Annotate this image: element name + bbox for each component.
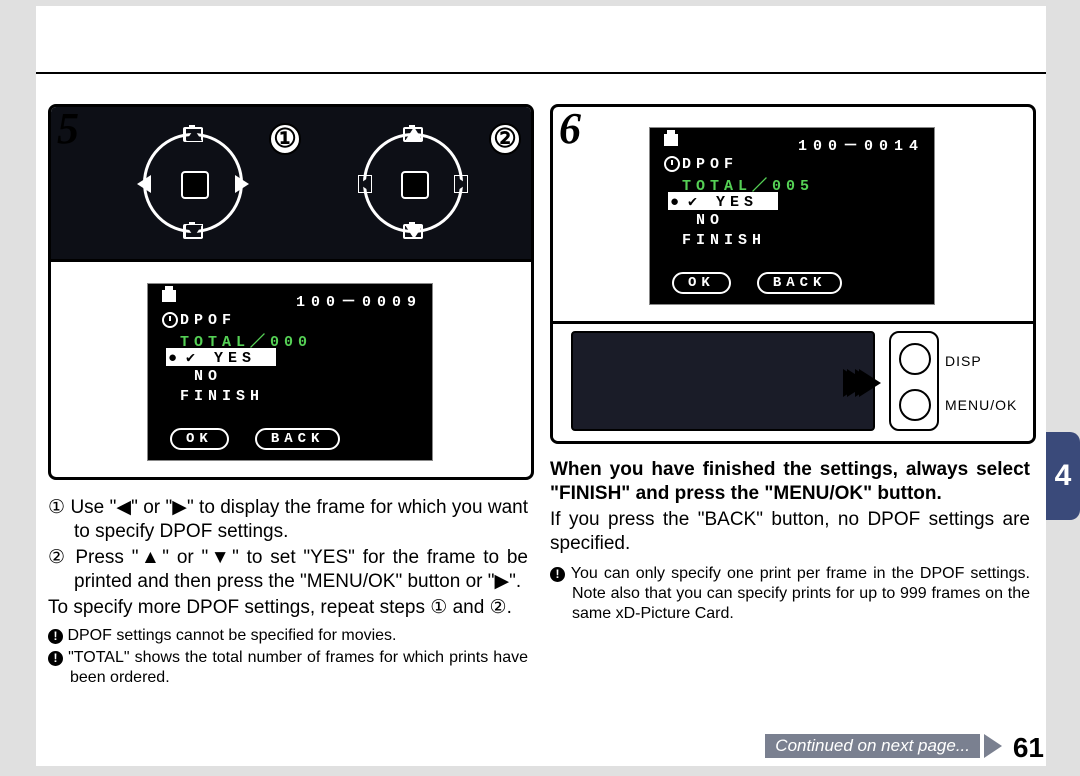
lcd-ok-pill: OK bbox=[672, 272, 731, 294]
left-column: 5 bbox=[48, 104, 528, 744]
press-arrow-icon bbox=[855, 369, 877, 397]
lcd-finish: FINISH bbox=[682, 232, 924, 250]
instruction-1: ① Use "◀" or "▶" to display the frame fo… bbox=[48, 496, 528, 544]
figure-step-6: 6 100－0014 DPOF TOTAL／005 ●✔ YES NO FINI… bbox=[550, 104, 1036, 444]
finish-bold-text: When you have finished the settings, alw… bbox=[550, 458, 1030, 506]
lcd-total: TOTAL／000 bbox=[180, 330, 422, 348]
note-3: You can only specify one print per frame… bbox=[571, 565, 1030, 622]
step6-notes: ! You can only specify one print per fra… bbox=[550, 564, 1030, 624]
file-number: 100－0014 bbox=[798, 134, 924, 155]
lcd-back-pill: BACK bbox=[757, 272, 843, 294]
disp-button[interactable] bbox=[899, 343, 931, 375]
camera-lcd-off bbox=[571, 331, 875, 431]
figure-step-5: 5 bbox=[48, 104, 534, 480]
step5-notes: ! DPOF settings cannot be specified for … bbox=[48, 626, 528, 688]
lcd-yes-label: ✔ YES bbox=[186, 350, 256, 367]
chapter-tab: 4 bbox=[1046, 432, 1080, 520]
step5-instructions: ① Use "◀" or "▶" to display the frame fo… bbox=[48, 496, 528, 690]
caution-icon: ! bbox=[48, 651, 63, 666]
step-number-6: 6 bbox=[559, 104, 581, 154]
disp-label: DISP bbox=[945, 339, 1017, 383]
lcd-screen-6: 100－0014 DPOF TOTAL／005 ●✔ YES NO FINISH… bbox=[649, 127, 935, 305]
top-band bbox=[36, 6, 1046, 74]
step-number-5: 5 bbox=[57, 104, 79, 154]
button-labels: DISP MENU/OK bbox=[945, 339, 1017, 427]
continued-arrow-icon bbox=[984, 734, 1002, 758]
note-1: DPOF settings cannot be specified for mo… bbox=[67, 627, 396, 644]
nav-dial-left-right bbox=[133, 123, 253, 243]
down-arrow-icon bbox=[405, 225, 423, 239]
lcd-yes-selected: ●✔ YES bbox=[668, 192, 778, 210]
lcd-screen-5: 100－0009 DPOF TOTAL／000 ●✔ YES NO FINISH… bbox=[147, 283, 433, 461]
step6-instructions: When you have finished the settings, alw… bbox=[550, 458, 1030, 626]
manual-page: 4 5 bbox=[36, 6, 1046, 766]
date-icon bbox=[664, 156, 680, 172]
print-icon bbox=[664, 134, 678, 146]
callout-2: ② bbox=[489, 123, 521, 155]
right-arrow-icon bbox=[235, 175, 249, 193]
lcd-total: TOTAL／005 bbox=[682, 174, 924, 192]
lcd-ok-pill: OK bbox=[170, 428, 229, 450]
lcd-dpof: DPOF bbox=[682, 156, 924, 174]
caution-icon: ! bbox=[550, 567, 565, 582]
date-icon bbox=[162, 312, 178, 328]
lcd-no: NO bbox=[696, 212, 924, 230]
continued-on-next-page: Continued on next page... bbox=[765, 734, 980, 758]
callout-1: ① bbox=[269, 123, 301, 155]
lcd-no: NO bbox=[194, 368, 422, 386]
lcd-yes-selected: ●✔ YES bbox=[166, 348, 276, 366]
instruction-2: ② Press "▲" or "▼" to set "YES" for the … bbox=[48, 546, 528, 594]
menu-ok-button[interactable] bbox=[899, 389, 931, 421]
lcd-back-pill: BACK bbox=[255, 428, 341, 450]
button-stack bbox=[889, 331, 939, 431]
back-note-text: If you press the "BACK" button, no DPOF … bbox=[550, 508, 1030, 556]
nav-dial-up-down bbox=[353, 123, 473, 243]
menuok-label: MENU/OK bbox=[945, 383, 1017, 427]
note-2: "TOTAL" shows the total number of frames… bbox=[68, 649, 528, 686]
print-icon bbox=[162, 290, 176, 302]
lcd-dpof: DPOF bbox=[180, 312, 422, 330]
lcd-yes-label: ✔ YES bbox=[688, 194, 758, 211]
caution-icon: ! bbox=[48, 629, 63, 644]
instruction-repeat: To specify more DPOF settings, repeat st… bbox=[48, 596, 528, 620]
file-number: 100－0009 bbox=[296, 290, 422, 311]
up-arrow-icon bbox=[405, 127, 423, 141]
left-arrow-icon bbox=[137, 175, 151, 193]
page-number: 61 bbox=[1013, 732, 1044, 764]
right-column: 6 100－0014 DPOF TOTAL／005 ●✔ YES NO FINI… bbox=[550, 104, 1030, 744]
camera-body-panel: DISP MENU/OK bbox=[553, 325, 1033, 441]
lcd-finish: FINISH bbox=[180, 388, 422, 406]
